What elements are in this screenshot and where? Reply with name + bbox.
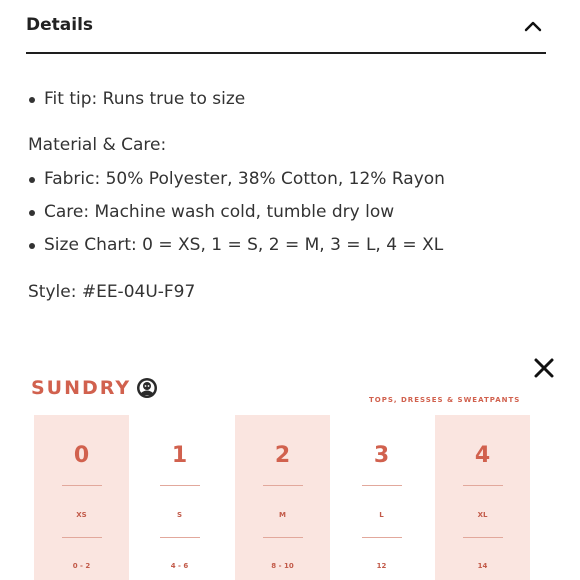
size-column-3: 3 L 12 [334,415,429,580]
brand-name: SUNDRY [31,377,132,399]
brand-logo-icon [137,378,158,398]
size-column-2: 2 M 8 - 10 [235,415,330,580]
material-care-list: Fabric: 50% Polyester, 38% Cotton, 12% R… [28,163,445,262]
size-number: 0 [73,443,90,468]
size-number: 2 [274,443,291,468]
brand-header: SUNDRY [31,377,158,399]
material-care-heading: Material & Care: [28,135,167,155]
size-number: 4 [474,443,491,468]
divider [160,537,200,538]
divider [160,485,200,486]
divider [62,485,102,486]
size-column-4: 4 XL 14 [435,415,530,580]
divider [463,485,503,486]
chart-subtitle: TOPS, DRESSES & SWEATPANTS [369,396,521,404]
divider [362,485,402,486]
fit-tip-item: Fit tip: Runs true to size [28,83,245,116]
divider [463,537,503,538]
details-title: Details [26,15,94,35]
chevron-up-icon[interactable] [522,18,544,34]
size-number: 3 [373,443,390,468]
close-icon[interactable] [533,357,555,379]
size-column-0: 0 XS 0 - 2 [34,415,129,580]
divider [62,537,102,538]
details-accordion-header[interactable]: Details [26,0,546,54]
divider [263,537,303,538]
care-item: Care: Machine wash cold, tumble dry low [28,196,445,229]
size-range: 14 [477,562,488,570]
fit-tip-list: Fit tip: Runs true to size [28,83,245,116]
size-chart-item: Size Chart: 0 = XS, 1 = S, 2 = M, 3 = L,… [28,229,445,262]
size-range: 12 [376,562,387,570]
size-range: 4 - 6 [170,562,189,570]
divider [263,485,303,486]
style-number: Style: #EE-04U-F97 [28,282,196,302]
size-range: 8 - 10 [271,562,294,570]
size-label: L [379,511,384,519]
size-chart-image: SUNDRY TOPS, DRESSES & SWEATPANTS 0 XS 0… [0,345,580,580]
size-column-1: 1 S 4 - 6 [132,415,227,580]
size-number: 1 [171,443,188,468]
size-label: XL [477,511,488,519]
size-label: XS [76,511,87,519]
fabric-item: Fabric: 50% Polyester, 38% Cotton, 12% R… [28,163,445,196]
size-label: S [176,511,183,519]
size-label: M [279,511,286,519]
size-range: 0 - 2 [72,562,91,570]
divider [362,537,402,538]
